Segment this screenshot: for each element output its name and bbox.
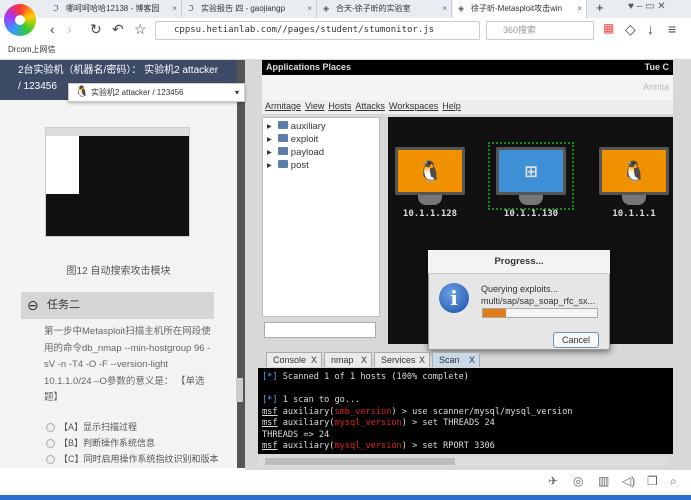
folder-icon xyxy=(277,147,288,155)
site-icon: ℑ xyxy=(53,4,59,13)
close-icon[interactable]: × xyxy=(577,0,582,18)
tab-metasploit[interactable]: ◈ 徐子昕-Metasploit攻击win × xyxy=(453,0,587,18)
dialog-message: Querying exploits... multi/sap/sap_soap_r… xyxy=(481,284,596,306)
close-icon[interactable]: X xyxy=(361,353,367,367)
trash-icon[interactable]: ▥ xyxy=(598,474,609,488)
progress-fill xyxy=(483,309,506,317)
linux-icon: 🐧 xyxy=(417,159,443,183)
browser-logo xyxy=(4,4,36,36)
figure-screenshot xyxy=(45,127,190,237)
monitor-icon: 🐧 xyxy=(395,147,465,195)
address-bar[interactable]: cppsu.hetianlab.com//pages/student/stumo… xyxy=(155,21,480,40)
apps-icon[interactable]: ▦ xyxy=(603,21,614,35)
shield-icon: ◈ xyxy=(323,4,330,13)
host-10-1-1-130[interactable]: ⊞ 10.1.1.130 xyxy=(495,147,567,219)
close-icon[interactable]: X xyxy=(311,353,317,367)
radio[interactable] xyxy=(46,439,55,449)
close-icon[interactable]: × xyxy=(172,0,177,18)
bookmark-drcom[interactable]: Drcom上网信 xyxy=(8,45,56,54)
reload-icon[interactable]: ↻ xyxy=(90,21,102,38)
chevron-down-icon: ▾ xyxy=(234,88,239,97)
folder-icon xyxy=(277,134,288,142)
linux-icon: 🐧 xyxy=(621,159,647,183)
option-c[interactable]: 【C】同时启用操作系统指纹识别和版本检测 xyxy=(46,452,226,466)
tab-report[interactable]: ℑ 实验报告 四 - gaojiangp × xyxy=(183,0,317,18)
tab-strip: ℑ 哪呵呵哈哈12138 - 博客园 × ℑ 实验报告 四 - gaojiangp × … xyxy=(0,0,691,18)
tree-item-post[interactable]: ▸ post xyxy=(267,160,309,171)
armitage-menubar: Armitage View Hosts Attacks Workspaces Help xyxy=(262,100,673,114)
radio[interactable] xyxy=(46,455,55,465)
tree-item-auxiliary[interactable]: ▸ auxiliary xyxy=(267,121,326,132)
tab-blog[interactable]: ℑ 哪呵呵哈哈12138 - 博客园 × xyxy=(48,0,182,18)
collapse-icon: ⊖ xyxy=(27,297,39,313)
search-input[interactable]: 360搜索 xyxy=(486,21,594,40)
menu-icon[interactable]: ≡ xyxy=(668,21,676,37)
close-icon[interactable]: × xyxy=(442,0,447,18)
pin-icon[interactable]: ✈ xyxy=(548,474,558,488)
scrollbar-thumb[interactable] xyxy=(265,458,455,465)
menu-view[interactable]: View xyxy=(305,101,324,111)
windows-icon: ⊞ xyxy=(524,159,538,183)
folder-icon xyxy=(277,121,288,129)
info-icon: i xyxy=(439,283,469,313)
cancel-button[interactable]: Cancel xyxy=(553,332,599,348)
undo-icon[interactable]: ↶ xyxy=(112,21,124,38)
menu-workspaces[interactable]: Workspaces xyxy=(389,101,438,111)
skin-icon[interactable]: ◇ xyxy=(625,21,636,38)
sound-icon[interactable]: ◁) xyxy=(622,474,635,488)
forward-icon[interactable]: › xyxy=(67,21,72,37)
tree-item-exploit[interactable]: ▸ exploit xyxy=(267,134,318,145)
folder-icon xyxy=(277,160,288,168)
new-tab-button[interactable]: + xyxy=(596,0,604,15)
host-10-1-1-1[interactable]: 🐧 10.1.1.1 xyxy=(598,147,670,219)
figure-caption: 图12 自动搜索攻击模块 xyxy=(66,266,171,277)
site-icon: ℑ xyxy=(188,4,194,13)
machine-select[interactable]: 🐧 实验机2 attacker / 123456 ▾ xyxy=(68,83,245,102)
armitage-titlebar: Armita xyxy=(262,75,673,100)
monitor-icon: 🐧 xyxy=(599,147,669,195)
menu-attacks[interactable]: Attacks xyxy=(355,101,385,111)
tab-scan[interactable]: Scan X xyxy=(432,352,480,367)
radio[interactable] xyxy=(46,423,55,433)
shield-icon: ◈ xyxy=(458,4,465,13)
dialog-title: Progress... xyxy=(428,250,610,274)
zoom-icon[interactable]: ⌕ xyxy=(670,474,677,489)
scrollbar-thumb[interactable] xyxy=(236,378,243,402)
tab-nmap[interactable]: nmap X xyxy=(324,352,372,367)
close-icon[interactable]: × xyxy=(307,0,312,18)
screenshot-icon[interactable]: ◎ xyxy=(573,474,583,488)
bookmark-bar: Drcom上网信 xyxy=(0,42,691,60)
menu-armitage[interactable]: Armitage xyxy=(265,101,301,111)
task-header[interactable]: ⊖ 任务二 xyxy=(21,292,214,319)
gnome-panel: Applications Places Tue C xyxy=(262,60,673,75)
console-tabs: Console X nmap X Services X Scan X xyxy=(262,352,673,367)
tab-services[interactable]: Services X xyxy=(374,352,430,367)
window-controls[interactable]: ♥ – ▭ ✕ xyxy=(628,1,666,12)
menu-help[interactable]: Help xyxy=(442,101,461,111)
module-search-input[interactable] xyxy=(264,322,376,338)
window-icon[interactable]: ❐ xyxy=(647,474,658,488)
close-icon[interactable]: X xyxy=(469,353,475,367)
tab-console[interactable]: Console X xyxy=(266,352,322,367)
back-icon[interactable]: ‹ xyxy=(50,21,55,37)
star-icon[interactable]: ☆ xyxy=(134,21,147,38)
download-icon[interactable]: ↓ xyxy=(647,21,654,37)
question-text: 第一步中Metasploit扫描主机所在网段使用的命令db_nmap --min… xyxy=(44,326,211,403)
module-tree: ▸ auxiliary ▸ exploit ▸ payload ▸ post xyxy=(262,117,380,317)
left-scrollbar[interactable] xyxy=(237,60,245,468)
tab-lab[interactable]: ◈ 合天-徐子昕的实验室 × xyxy=(318,0,452,18)
option-a[interactable]: 【A】显示扫描过程 xyxy=(46,420,137,433)
close-icon[interactable]: X xyxy=(419,353,425,367)
menu-hosts[interactable]: Hosts xyxy=(328,101,351,111)
os-taskbar xyxy=(0,495,691,500)
host-10-1-1-128[interactable]: 🐧 10.1.1.128 xyxy=(394,147,466,219)
option-b[interactable]: 【B】判断操作系统信息 xyxy=(46,436,155,449)
linux-icon: 🐧 xyxy=(75,86,89,98)
console-output[interactable]: [*] Scanned 1 of 1 hosts (100% complete)… xyxy=(258,368,673,454)
monitor-icon: ⊞ xyxy=(496,147,566,195)
tree-item-payload[interactable]: ▸ payload xyxy=(267,147,324,158)
